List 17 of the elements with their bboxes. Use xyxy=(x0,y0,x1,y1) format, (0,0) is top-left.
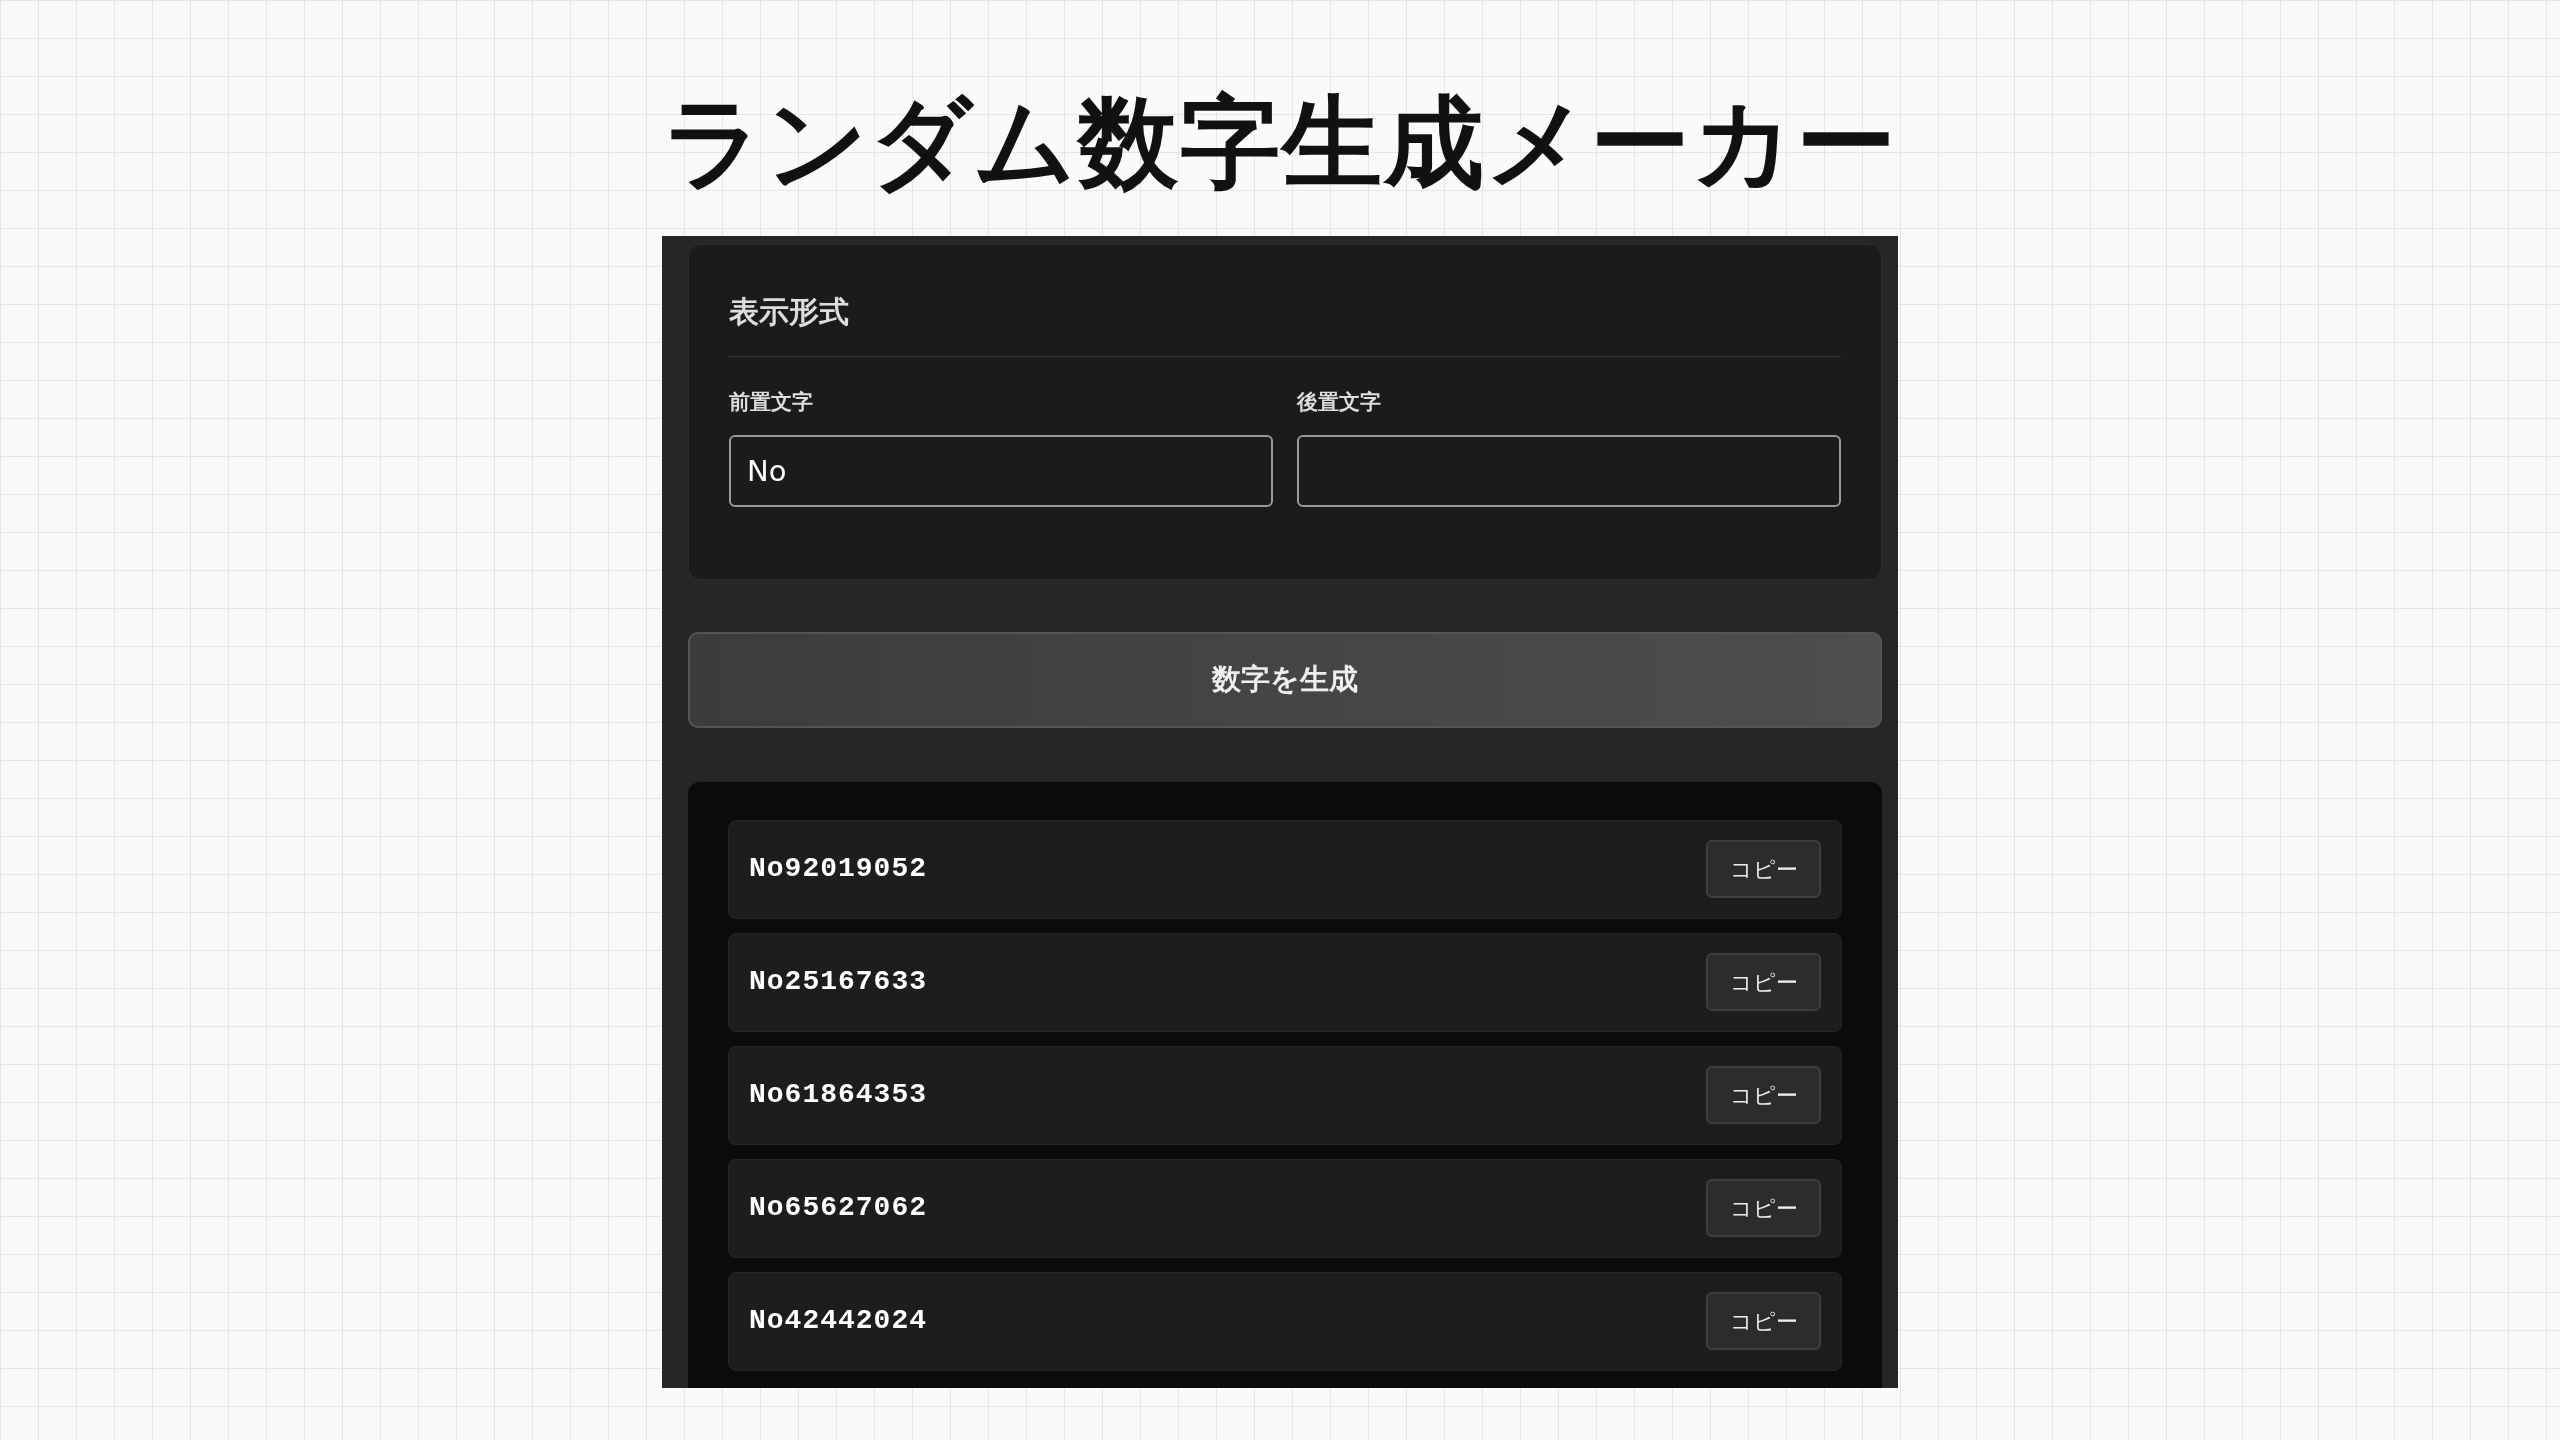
random-number: No65627062 xyxy=(749,1191,928,1225)
copy-button[interactable]: コピー xyxy=(1706,953,1821,1011)
field-label: 前置文字 xyxy=(729,389,814,416)
copy-button[interactable]: コピー xyxy=(1706,1292,1821,1350)
random-number: No92019052 xyxy=(749,852,928,886)
page-title: ランダム数字生成メーカー xyxy=(661,83,1899,203)
generate-button[interactable]: 数字を生成 xyxy=(688,631,1882,728)
copy-button[interactable]: コピー xyxy=(1706,1179,1821,1237)
text-field[interactable]: No xyxy=(729,434,1273,507)
copy-button[interactable]: コピー xyxy=(1706,1066,1821,1124)
copy-button[interactable]: コピー xyxy=(1706,840,1821,898)
section-heading: 表示形式 xyxy=(729,289,1841,357)
random-number: No25167633 xyxy=(749,965,928,999)
random-number: No42442024 xyxy=(749,1304,928,1338)
field-label: 後置文字 xyxy=(1297,389,1382,416)
text-field[interactable] xyxy=(1297,434,1841,507)
random-number: No61864353 xyxy=(749,1078,928,1112)
